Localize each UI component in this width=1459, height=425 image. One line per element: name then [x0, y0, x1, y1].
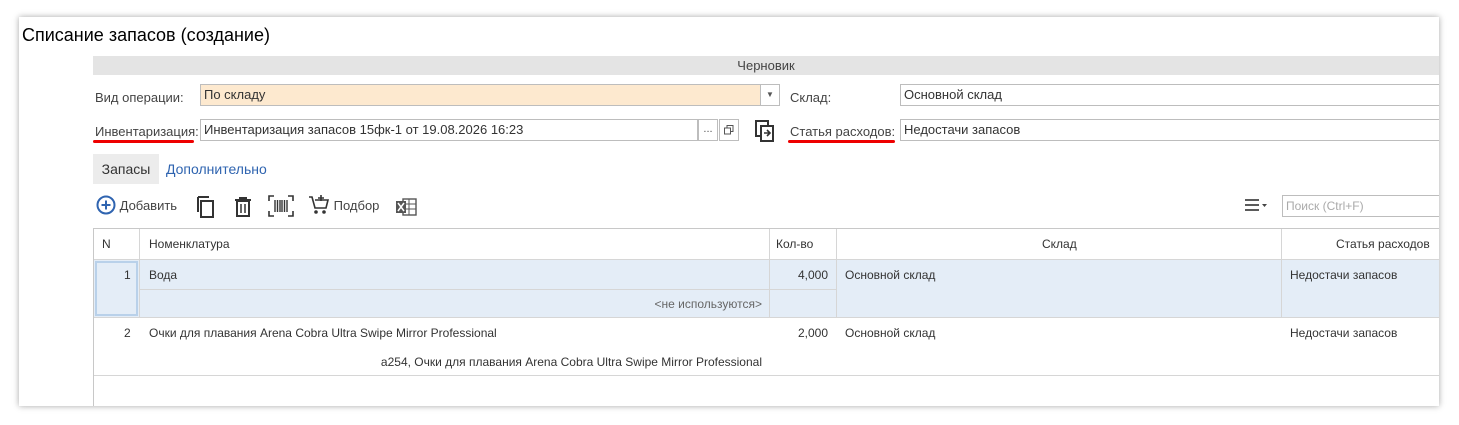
red-underline-inventory	[93, 140, 194, 143]
row1-expense: Недостачи запасов	[1290, 268, 1398, 282]
warehouse-label: Склад:	[790, 90, 832, 105]
row-divider	[94, 317, 1439, 318]
menu-icon	[1245, 199, 1267, 211]
operation-dropdown-button[interactable]: ▼	[760, 84, 780, 106]
row2-warehouse: Основной склад	[845, 326, 936, 340]
header-qty[interactable]: Кол-во	[776, 237, 813, 251]
header-n[interactable]: N	[102, 237, 111, 251]
pick-button-label: Подбор	[333, 198, 380, 213]
header-item[interactable]: Номенклатура	[149, 237, 230, 251]
operation-label: Вид операции:	[95, 90, 184, 105]
expense-label[interactable]: Статья расходов:	[790, 124, 895, 139]
window-title: Списание запасов (создание)	[22, 25, 270, 45]
add-button[interactable]: Добавить	[96, 195, 177, 217]
row2-n: 2	[124, 326, 131, 340]
list-settings-button[interactable]	[1244, 195, 1268, 217]
operation-field[interactable]: По складу	[200, 84, 763, 106]
col-divider	[1281, 229, 1282, 317]
header-expense[interactable]: Статья расходов	[1336, 237, 1430, 251]
header-warehouse[interactable]: Склад	[1042, 237, 1077, 251]
chevron-down-icon: ▼	[766, 90, 774, 99]
barcode-icon[interactable]	[268, 195, 294, 217]
cart-icon	[309, 194, 330, 214]
row1-item: Вода	[149, 268, 178, 282]
status-bar: Черновик	[93, 56, 1439, 75]
header-divider	[94, 259, 1439, 260]
inventory-label[interactable]: Инвентаризация:	[95, 124, 199, 139]
row1-sub: <не используются>	[654, 297, 762, 311]
row2-sub: а254, Очки для плавания Arena Cobra Ultr…	[380, 355, 762, 369]
col-divider	[769, 229, 770, 317]
col-divider	[836, 229, 837, 317]
tab-stock[interactable]: Запасы	[93, 154, 159, 184]
warehouse-field[interactable]: Основной склад	[900, 84, 1439, 106]
row2-item: Очки для плавания Arena Cobra Ultra Swip…	[149, 326, 497, 340]
copy-document-icon[interactable]	[754, 119, 776, 143]
tab-additional[interactable]: Дополнительно	[166, 154, 267, 184]
excel-icon[interactable]	[395, 197, 417, 217]
open-window-icon	[724, 125, 734, 135]
delete-icon[interactable]	[234, 196, 252, 218]
row2-qty: 2,000	[797, 326, 828, 340]
inventory-select-button[interactable]: ...	[698, 119, 718, 141]
selected-cell[interactable]	[95, 261, 138, 316]
plus-circle-icon	[96, 195, 116, 215]
table-header	[94, 229, 1439, 260]
expense-field[interactable]: Недостачи запасов	[900, 119, 1439, 141]
row-subdivider	[139, 289, 836, 290]
row1-warehouse: Основной склад	[845, 268, 936, 282]
search-input[interactable]: Поиск (Ctrl+F)	[1282, 195, 1439, 217]
pick-button[interactable]: Подбор	[308, 194, 380, 217]
col-divider	[139, 229, 140, 317]
copy-icon[interactable]	[194, 195, 216, 219]
row1-qty: 4,000	[797, 268, 828, 282]
document-window: Списание запасов (создание) Черновик Вид…	[19, 17, 1439, 406]
row1-n: 1	[124, 268, 131, 282]
row2-expense: Недостачи запасов	[1290, 326, 1398, 340]
inventory-open-button[interactable]	[719, 119, 739, 141]
row-divider	[94, 375, 1439, 376]
add-button-label: Добавить	[119, 198, 178, 213]
red-underline-expense	[788, 140, 895, 143]
stock-table: N Номенклатура Кол-во Склад Статья расхо…	[93, 228, 1439, 406]
inventory-field[interactable]: Инвентаризация запасов 15фк-1 от 19.08.2…	[200, 119, 698, 141]
